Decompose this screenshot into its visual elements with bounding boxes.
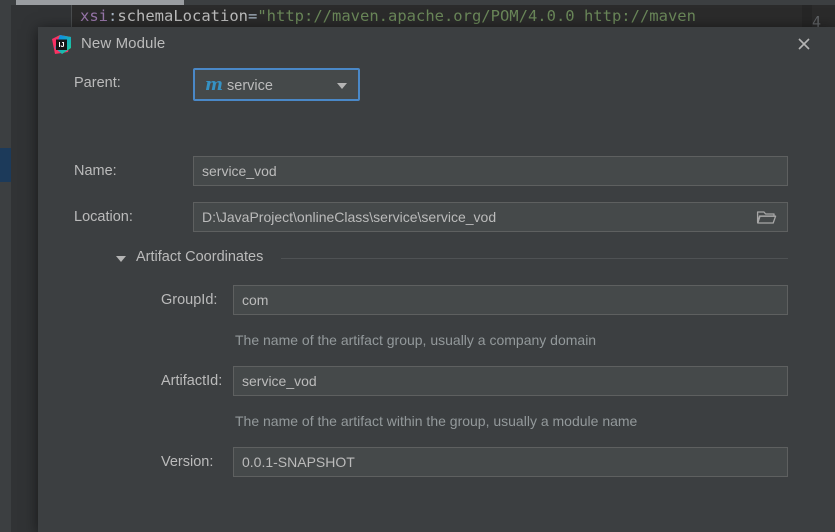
artifactid-input[interactable] xyxy=(233,366,788,396)
dialog-titlebar[interactable]: IJ New Module xyxy=(38,27,835,63)
code-token-attribute: schemaLocation xyxy=(117,7,248,25)
maven-module-icon: m xyxy=(205,75,223,95)
artifact-coordinates-toggle[interactable] xyxy=(116,252,130,266)
version-label: Version: xyxy=(161,454,214,470)
parent-label: Parent: xyxy=(74,75,121,91)
parent-selected-value: service xyxy=(227,78,273,94)
triangle-down-icon xyxy=(116,256,126,262)
code-token-colon: : xyxy=(108,7,118,25)
editor-gutter-edge xyxy=(0,5,11,532)
close-icon[interactable] xyxy=(795,35,813,53)
section-divider xyxy=(281,258,788,259)
intellij-idea-icon: IJ xyxy=(52,35,71,54)
parent-combobox[interactable]: m service xyxy=(193,68,360,101)
code-token-equals: = xyxy=(248,7,258,25)
new-module-dialog: IJ New Module Parent: m service Name: Lo… xyxy=(38,27,835,532)
chevron-down-icon[interactable] xyxy=(337,83,347,89)
code-token-string: "http://maven.apache.org/POM/4.0.0 http:… xyxy=(257,7,696,25)
svg-text:IJ: IJ xyxy=(59,40,65,49)
code-line-4: xsi:schemaLocation="http://maven.apache.… xyxy=(80,4,696,28)
groupid-input[interactable] xyxy=(233,285,788,315)
artifactid-label: ArtifactId: xyxy=(161,373,223,389)
name-input[interactable] xyxy=(193,156,788,186)
name-label: Name: xyxy=(74,163,117,179)
location-label: Location: xyxy=(74,209,133,225)
gutter-selection-marker xyxy=(0,148,11,182)
groupid-label: GroupId: xyxy=(161,292,218,308)
artifact-coordinates-title: Artifact Coordinates xyxy=(136,249,264,265)
artifactid-hint: The name of the artifact within the grou… xyxy=(235,413,638,429)
code-token-namespace: xsi xyxy=(80,7,108,25)
location-input[interactable] xyxy=(193,202,788,232)
editor-horizontal-scrollbar[interactable] xyxy=(0,0,835,5)
dialog-title: New Module xyxy=(81,35,166,52)
version-input[interactable] xyxy=(233,447,788,477)
folder-icon[interactable] xyxy=(756,208,778,226)
groupid-hint: The name of the artifact group, usually … xyxy=(235,332,597,348)
